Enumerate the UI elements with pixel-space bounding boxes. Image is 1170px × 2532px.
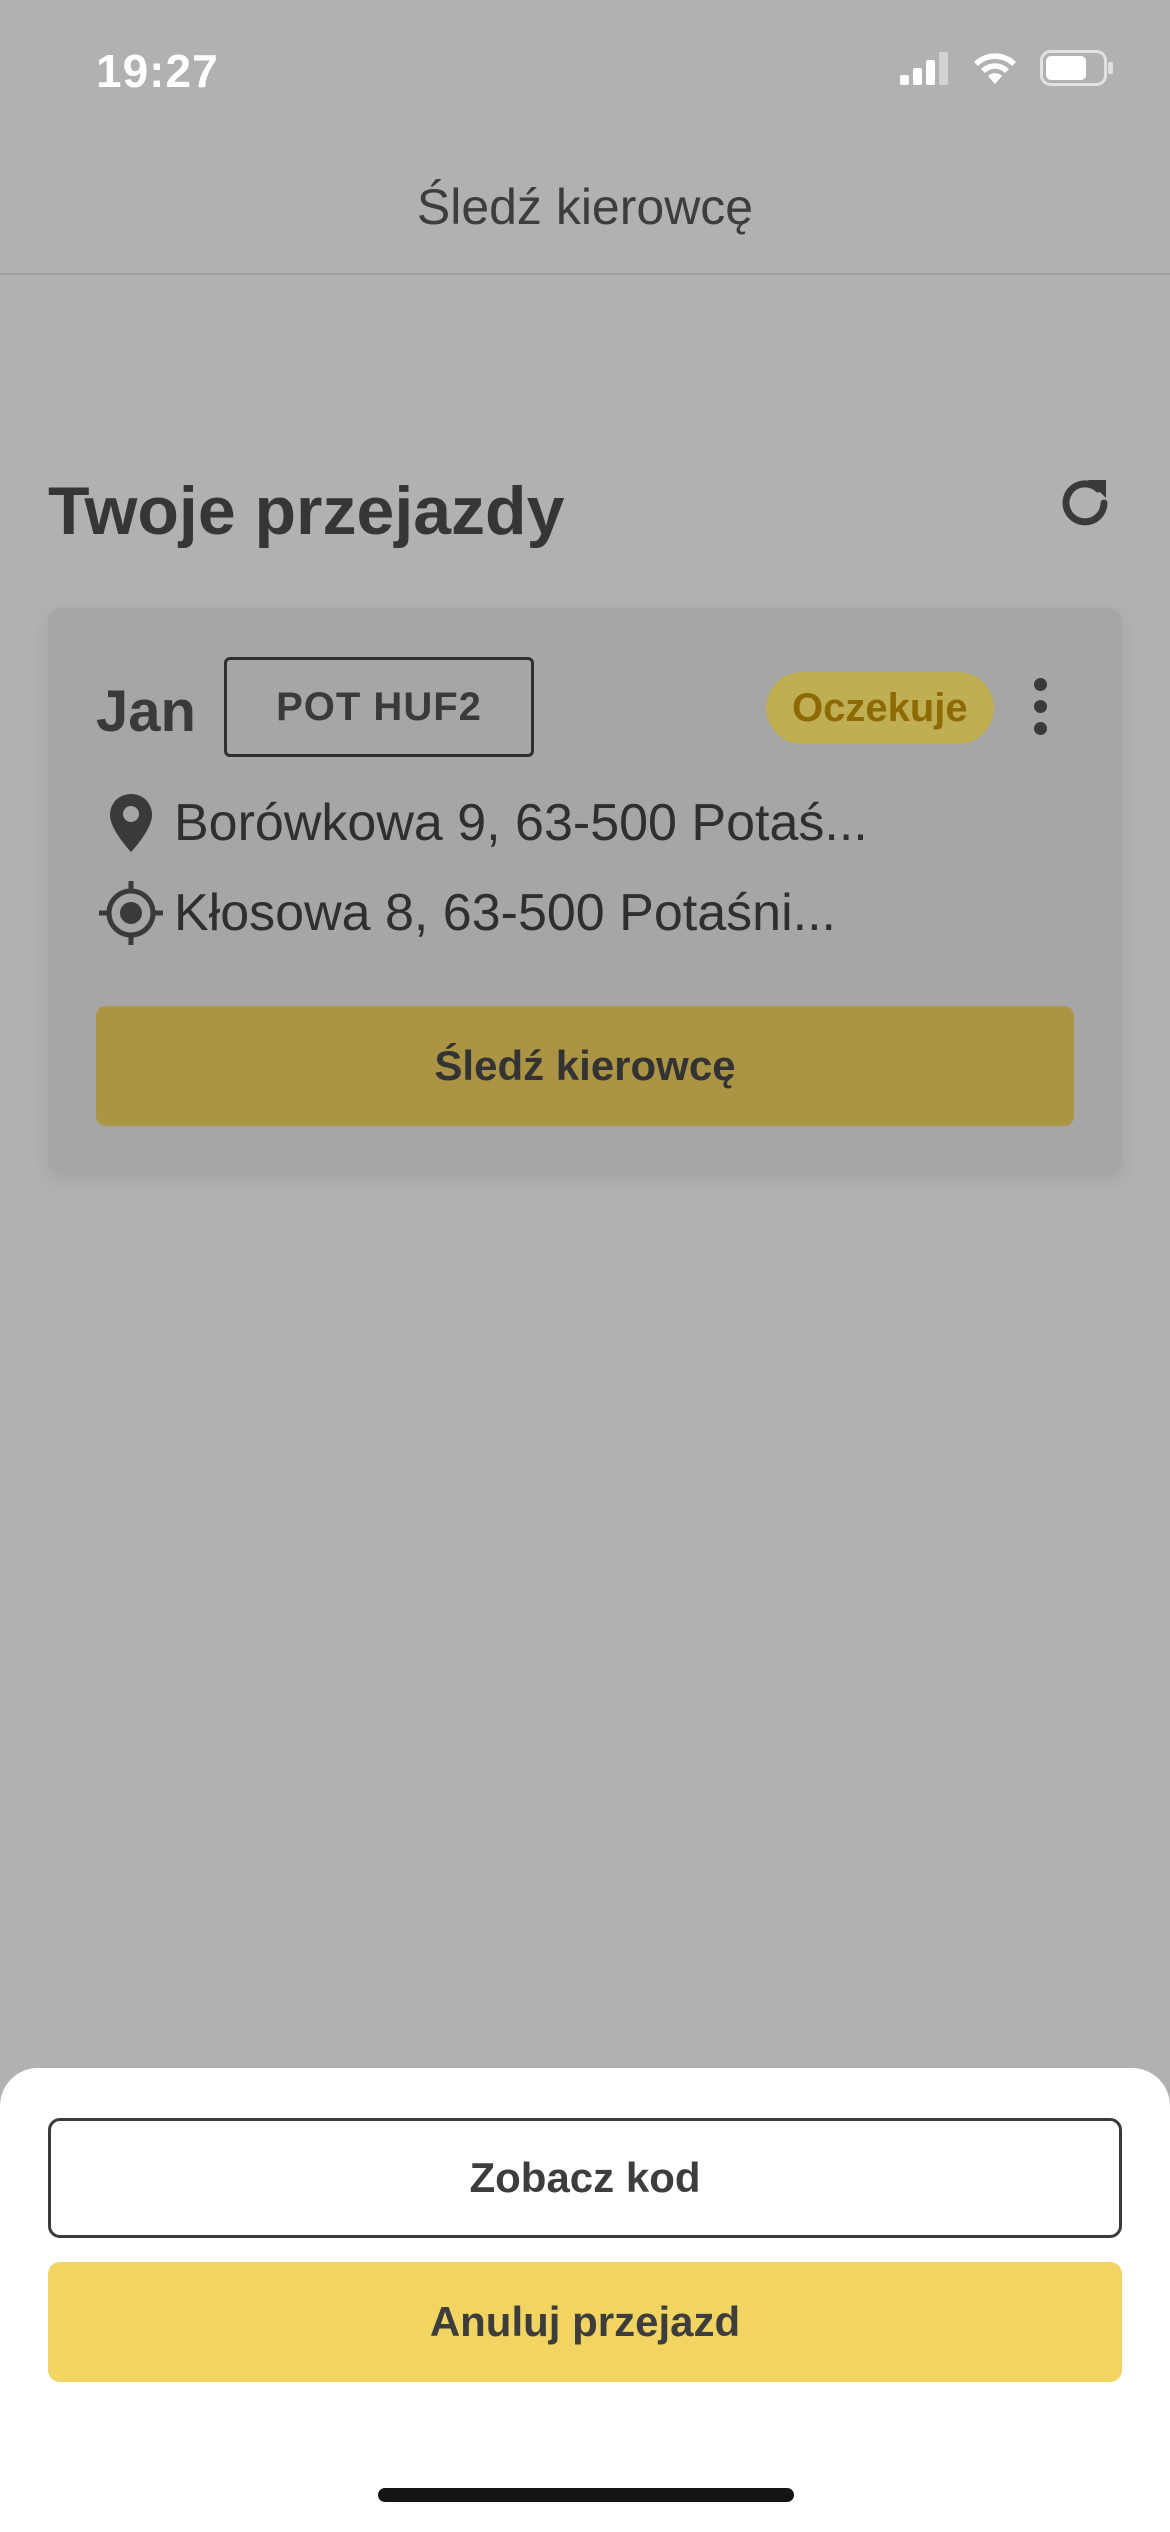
pickup-address: Borówkowa 9, 63-500 Potaś... (174, 794, 868, 852)
wifi-icon (972, 51, 1018, 85)
rides-section-title: Twoje przejazdy (48, 473, 565, 549)
home-indicator[interactable] (378, 2488, 794, 2502)
show-code-button[interactable]: Zobacz kod (48, 2118, 1122, 2238)
status-icons (900, 50, 1114, 86)
track-driver-button[interactable]: Śledź kierowcę (96, 1006, 1074, 1126)
location-pin-icon (96, 788, 166, 858)
status-badge: Oczekuje (766, 672, 994, 744)
destination-row: Kłosowa 8, 63-500 Potaśni... (96, 878, 836, 948)
battery-icon (1040, 50, 1114, 86)
nav-header: Śledź kierowcę (0, 140, 1170, 275)
destination-address: Kłosowa 8, 63-500 Potaśni... (174, 884, 836, 942)
cellular-signal-icon (900, 51, 950, 85)
bottom-sheet: Zobacz kod Anuluj przejazd (0, 2068, 1170, 2532)
status-time: 19:27 (96, 45, 219, 97)
crosshair-target-icon (96, 878, 166, 948)
status-bar: 19:27 (0, 0, 1170, 140)
page-title: Śledź kierowcę (416, 179, 754, 235)
license-plate: POT HUF2 (224, 657, 534, 757)
refresh-icon[interactable] (1052, 470, 1118, 536)
driver-name: Jan (96, 679, 196, 744)
more-options-icon[interactable] (1024, 678, 1056, 740)
ride-card[interactable]: Jan POT HUF2 Oczekuje Borówkowa 9, 63-50… (48, 608, 1122, 1174)
cancel-ride-button[interactable]: Anuluj przejazd (48, 2262, 1122, 2382)
pickup-row: Borówkowa 9, 63-500 Potaś... (96, 788, 868, 858)
